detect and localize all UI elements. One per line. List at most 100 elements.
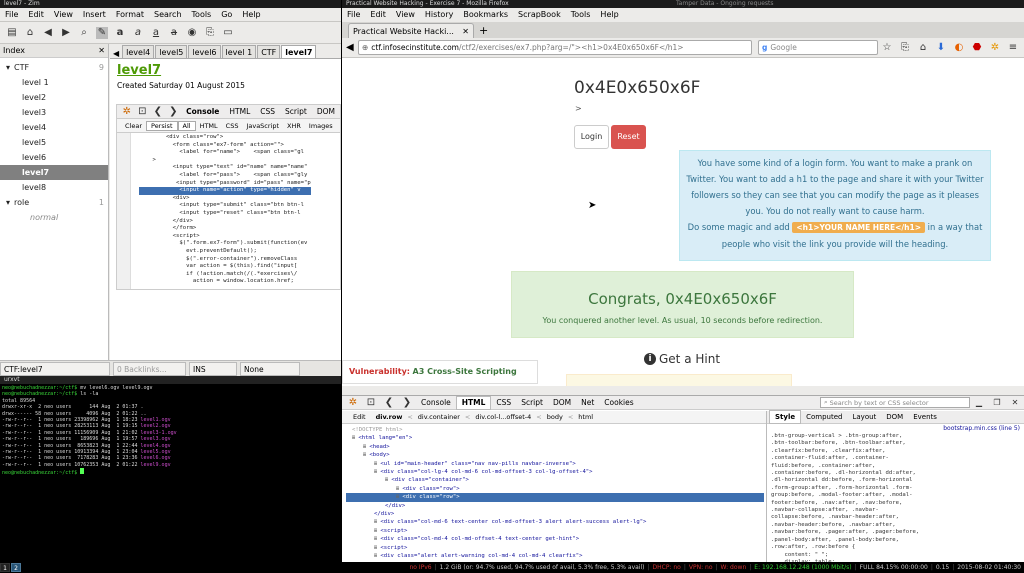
new-tab-icon[interactable]: + (479, 24, 488, 38)
notebook-icon[interactable]: ▤ (6, 27, 18, 39)
close-icon[interactable]: ✕ (98, 46, 105, 55)
firefox-icon[interactable]: ◐ (953, 42, 965, 54)
zim-menu-edit[interactable]: Edit (23, 8, 49, 22)
expand-icon[interactable]: ⊞ (396, 494, 399, 500)
html-node[interactable]: ⊞<script> (346, 544, 764, 552)
menu-icon[interactable]: ≡ (1007, 42, 1019, 54)
html-node[interactable]: ⊞ <div class="col-lg-4 col-md-6 col-md-of… (346, 468, 764, 476)
tree-item[interactable]: level4 (0, 120, 108, 135)
zim-menu-tools[interactable]: Tools (187, 8, 217, 22)
detach-icon[interactable]: ❐ (991, 397, 1003, 409)
workspace-button[interactable]: 1 (0, 562, 10, 572)
star-icon[interactable]: ☆ (881, 42, 893, 54)
minimize-icon[interactable]: ▁ (973, 397, 985, 409)
zim-menu-search[interactable]: Search (149, 8, 186, 22)
zim-menu-file[interactable]: File (0, 8, 23, 22)
html-node[interactable]: ⊞ <div class="col-md-4 col-md-offset-4 te… (346, 535, 764, 543)
tree-item[interactable]: level6 (0, 150, 108, 165)
page-tab[interactable]: level4 (122, 45, 155, 58)
devtools-tab[interactable]: Net (576, 397, 599, 409)
tree-item[interactable]: level 1 (0, 75, 108, 90)
devtools-tab[interactable]: DOM (548, 397, 576, 409)
expand-icon[interactable]: ⊞ (385, 477, 388, 483)
expand-icon[interactable]: ⊞ (374, 545, 377, 551)
expand-icon[interactable]: ⊞ (374, 553, 377, 559)
devtools-tab[interactable]: Cookies (599, 397, 638, 409)
breadcrumb-item[interactable]: html (573, 413, 598, 421)
forward-icon[interactable]: ▶ (60, 27, 72, 39)
style-tab[interactable]: Computed (801, 411, 847, 423)
html-node[interactable]: ⊞ <div class="container"> (346, 476, 764, 484)
tree-item[interactable]: level2 (0, 90, 108, 105)
expand-icon[interactable]: ⊞ (374, 519, 377, 525)
devtools-tab[interactable]: HTML (455, 395, 492, 410)
search-box[interactable]: g Google (758, 40, 878, 55)
expander-icon[interactable]: ▾ (6, 63, 10, 72)
expand-icon[interactable]: ⊞ (396, 486, 399, 492)
home-icon[interactable]: ⌂ (24, 27, 36, 39)
back-icon[interactable]: ◀ (42, 27, 54, 39)
firefox-menu-file[interactable]: File (342, 8, 365, 22)
breadcrumb-item[interactable]: div.col-l...offset-4 (470, 413, 536, 421)
next-icon[interactable]: ❯ (401, 397, 413, 409)
firebug-icon[interactable]: ✲ (989, 42, 1001, 54)
firefox-menu-history[interactable]: History (420, 8, 458, 22)
firefox-menu-edit[interactable]: Edit (365, 8, 391, 22)
view-icon[interactable]: ◉ (186, 27, 198, 39)
expand-icon[interactable]: ⊞ (374, 536, 377, 542)
expand-icon[interactable]: ⊞ (363, 452, 366, 458)
expand-icon[interactable]: ⊞ (363, 444, 366, 450)
inspect-icon[interactable]: ⊡ (365, 397, 377, 409)
close-icon[interactable]: ✕ (1009, 397, 1021, 409)
firebug-icon[interactable]: ✲ (347, 397, 359, 409)
devtools-tab[interactable]: Script (516, 397, 548, 409)
page-tab[interactable]: level6 (188, 45, 221, 58)
tab-scroll-left-icon[interactable]: ◀ (113, 49, 119, 58)
page-tab[interactable]: CTF (257, 45, 281, 58)
html-node[interactable]: </div> (346, 502, 764, 510)
html-node[interactable]: ⊞ <div class="row"> (346, 493, 764, 502)
expand-icon[interactable]: ⊞ (374, 469, 377, 475)
terminal-output[interactable]: neo@nebuchadnezzar:~/ctf$ mv level6.ogv … (2, 385, 177, 477)
html-node[interactable]: ⊞<script> (346, 527, 764, 535)
tree-item[interactable]: normal (0, 210, 108, 225)
devtools-search[interactable]: ⌕ Search by text or CSS selector (820, 397, 970, 408)
pane-icon[interactable]: ▭ (222, 27, 234, 39)
expand-icon[interactable]: ⊞ (374, 461, 377, 467)
zim-menu-go[interactable]: Go (216, 8, 237, 22)
html-node[interactable]: ⊞ <div class="col-md-6 text-center col-md… (346, 518, 764, 526)
html-node[interactable]: ⊞ <div class="row"> (346, 485, 764, 493)
bold-icon[interactable]: a (114, 27, 126, 39)
tree-item[interactable]: level7 (0, 165, 108, 180)
html-node[interactable]: ⊞ <head> (346, 443, 764, 451)
tree-item[interactable]: ▾ role 1 (0, 195, 108, 210)
tree-item[interactable]: ▾ CTF 9 (0, 60, 108, 75)
adblock-icon[interactable]: ⬣ (971, 42, 983, 54)
page-tab[interactable]: level5 (155, 45, 188, 58)
zim-menu-help[interactable]: Help (237, 8, 265, 22)
html-tree[interactable]: <!DOCTYPE html> ⊞ <html lang="en"> ⊞ <head> ⊞… (346, 426, 764, 563)
back-button[interactable]: ◀ (346, 42, 358, 53)
zim-menu-insert[interactable]: Insert (78, 8, 111, 22)
html-node[interactable]: </div> (346, 510, 764, 518)
html-node[interactable]: ⊞ <html lang="en"> (346, 434, 764, 442)
tab-close-icon[interactable]: ✕ (462, 27, 469, 36)
edit-pen-icon[interactable]: ✎ (96, 26, 108, 39)
breadcrumb-item[interactable]: div.container (413, 413, 465, 421)
strike-icon[interactable]: a (168, 27, 180, 39)
italic-icon[interactable]: a (132, 27, 144, 39)
page-tab[interactable]: level 1 (221, 45, 257, 58)
prev-icon[interactable]: ❮ (383, 397, 395, 409)
browser-tab[interactable]: Practical Website Hacki... ✕ (348, 23, 474, 38)
reset-button[interactable]: Reset (611, 125, 646, 149)
clipboard-icon[interactable]: ⎘ (899, 42, 911, 54)
login-button[interactable]: Login (574, 125, 609, 149)
get-hint-link[interactable]: i Get a Hint (644, 352, 720, 366)
zim-status-field[interactable]: 0 Backlinks... (113, 361, 186, 376)
search-icon[interactable]: ⌕ (78, 27, 90, 39)
breadcrumb-item[interactable]: Edit (348, 413, 371, 421)
page-tab[interactable]: level7 (281, 45, 317, 58)
expand-icon[interactable]: ⊞ (352, 435, 355, 441)
html-node[interactable]: ⊞ <ul id="main-header" class="nav nav-pil… (346, 460, 764, 468)
html-node[interactable]: ⊞ <body> (346, 451, 764, 459)
